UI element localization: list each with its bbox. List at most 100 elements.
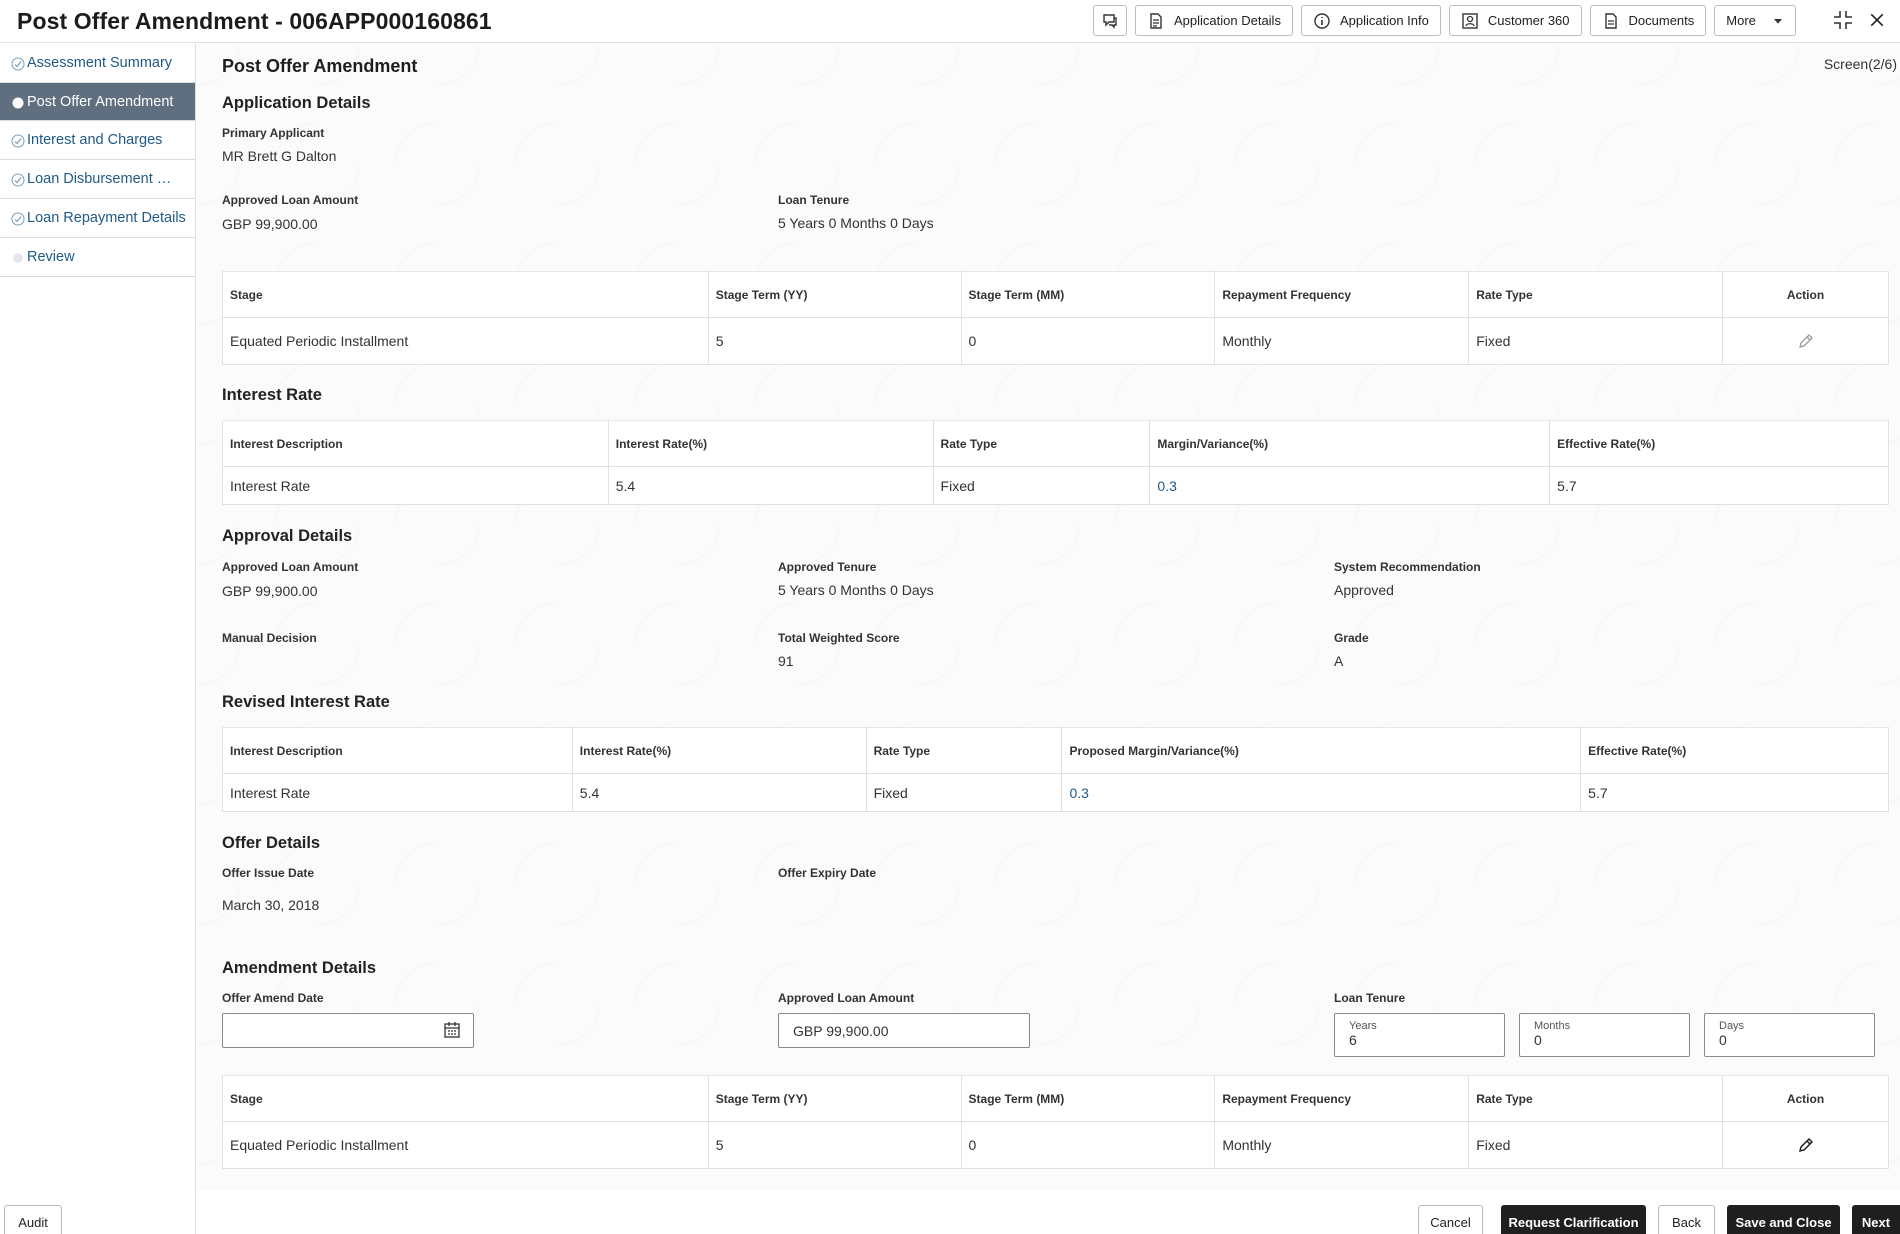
table-cell: 5 — [707, 317, 962, 365]
customer-360-button[interactable]: Customer 360 — [1448, 5, 1582, 36]
column-header: Rate Type — [932, 420, 1151, 467]
pending-step-icon — [13, 253, 23, 263]
sidebar-item-loan-repayment-details[interactable]: Loan Repayment Details — [0, 199, 195, 238]
table-cell: 0 — [960, 317, 1216, 365]
approval-amount-label: Approved Loan Amount — [222, 560, 359, 574]
application-info-label: Application Info — [1339, 13, 1429, 28]
column-header: Action — [1722, 271, 1889, 318]
approved-tenure-label: Approved Tenure — [778, 560, 877, 574]
system-recommendation-label: System Recommendation — [1334, 560, 1481, 574]
sidebar-item-loan-disbursement[interactable]: Loan Disbursement Det... — [0, 160, 195, 199]
audit-button[interactable]: Audit — [4, 1205, 62, 1234]
table-header-row: Stage Stage Term (YY) Stage Term (MM) Re… — [222, 271, 1889, 318]
tenure-days-label: Days — [1719, 1020, 1745, 1032]
column-header: Margin/Variance(%) — [1149, 420, 1551, 467]
sidebar-item-label: Assessment Summary — [27, 55, 173, 71]
column-header: Interest Rate(%) — [571, 727, 867, 774]
primary-applicant-value: MR Brett G Dalton — [222, 148, 337, 164]
tenure-years-label: Years — [1349, 1020, 1377, 1032]
margin-link[interactable]: 0.3 — [1149, 466, 1551, 505]
edit-icon[interactable] — [1797, 332, 1815, 350]
header-actions: Application Details Application Info Cus… — [1093, 5, 1797, 36]
remarks-button[interactable] — [1093, 5, 1127, 36]
back-button[interactable]: Back — [1658, 1205, 1715, 1234]
grade-value: A — [1334, 653, 1344, 669]
check-circle-icon — [11, 57, 25, 71]
window-controls — [1832, 9, 1886, 31]
stage-table: Stage Stage Term (YY) Stage Term (MM) Re… — [222, 271, 1889, 365]
footer: Audit Cancel Request Clarification Back … — [0, 1190, 1900, 1234]
column-header: Effective Rate(%) — [1580, 727, 1889, 774]
amend-amount-value: GBP 99,900.00 — [793, 1023, 889, 1039]
tenure-days-input[interactable]: Days 0 — [1704, 1013, 1875, 1057]
cancel-button[interactable]: Cancel — [1418, 1205, 1483, 1234]
offer-expiry-date-label: Offer Expiry Date — [778, 866, 877, 880]
primary-applicant-label: Primary Applicant — [222, 126, 325, 140]
close-icon[interactable] — [1868, 11, 1886, 29]
table-cell: Equated Periodic Installment — [222, 317, 709, 365]
sidebar-item-assessment-summary[interactable]: Assessment Summary — [0, 44, 195, 83]
edit-icon[interactable] — [1797, 1136, 1815, 1154]
sidebar: Assessment Summary Post Offer Amendment … — [0, 44, 196, 1234]
column-header: Rate Type — [1468, 1075, 1724, 1122]
table-cell: Fixed — [865, 773, 1063, 812]
table-cell: Interest Rate — [222, 466, 609, 505]
sidebar-item-label: Review — [27, 249, 75, 265]
table-row: Interest Rate 5.4 Fixed 0.3 5.7 — [222, 466, 1889, 505]
document-icon — [1150, 12, 1162, 29]
action-cell — [1722, 317, 1889, 365]
application-details-button[interactable]: Application Details — [1135, 5, 1293, 36]
column-header: Repayment Frequency — [1214, 271, 1470, 318]
offer-amend-date-label: Offer Amend Date — [222, 991, 324, 1005]
save-and-close-button[interactable]: Save and Close — [1727, 1205, 1840, 1234]
request-clarification-button[interactable]: Request Clarification — [1501, 1205, 1646, 1234]
column-header: Interest Description — [222, 420, 609, 467]
column-header: Rate Type — [865, 727, 1063, 774]
column-header: Action — [1722, 1075, 1889, 1122]
loan-tenure-label: Loan Tenure — [778, 193, 850, 207]
application-details-heading: Application Details — [222, 94, 371, 112]
amend-amount-input[interactable]: GBP 99,900.00 — [778, 1013, 1030, 1048]
sidebar-item-label: Loan Disbursement Det... — [27, 171, 177, 187]
action-cell — [1722, 1121, 1889, 1169]
chat-icon — [1103, 13, 1117, 29]
documents-button[interactable]: Documents — [1589, 5, 1707, 36]
table-cell: 5.7 — [1580, 773, 1889, 812]
next-button[interactable]: Next — [1852, 1205, 1900, 1234]
documents-label: Documents — [1628, 13, 1695, 28]
offer-issue-date-value: March 30, 2018 — [222, 897, 320, 913]
calendar-icon[interactable] — [443, 1021, 461, 1039]
more-label: More — [1726, 13, 1756, 28]
proposed-margin-link[interactable]: 0.3 — [1061, 773, 1582, 812]
section-title: Post Offer Amendment — [222, 56, 418, 76]
column-header: Stage — [222, 271, 709, 318]
screen-counter: Screen(2/6) — [1823, 56, 1897, 72]
info-icon — [1314, 12, 1330, 29]
column-header: Stage Term (MM) — [960, 271, 1216, 318]
sidebar-item-post-offer-amendment[interactable]: Post Offer Amendment — [0, 83, 195, 121]
revised-interest-table: Interest Description Interest Rate(%) Ra… — [222, 727, 1889, 812]
interest-rate-table: Interest Description Interest Rate(%) Ra… — [222, 420, 1889, 505]
more-dropdown[interactable]: More — [1714, 5, 1797, 36]
tenure-months-value: 0 — [1534, 1032, 1542, 1048]
table-header-row: Interest Description Interest Rate(%) Ra… — [222, 420, 1889, 467]
column-header: Stage — [222, 1075, 709, 1122]
table-cell: 5.4 — [607, 466, 934, 505]
loan-tenure-value: 5 Years 0 Months 0 Days — [778, 215, 934, 231]
table-cell: Fixed — [932, 466, 1151, 505]
application-info-button[interactable]: Application Info — [1300, 5, 1441, 36]
approved-tenure-value: 5 Years 0 Months 0 Days — [778, 582, 934, 598]
sidebar-item-interest-and-charges[interactable]: Interest and Charges — [0, 121, 195, 160]
amend-tenure-label: Loan Tenure — [1334, 991, 1406, 1005]
collapse-icon[interactable] — [1832, 9, 1854, 31]
table-cell: Fixed — [1468, 317, 1724, 365]
documents-icon — [1604, 12, 1617, 29]
system-recommendation-value: Approved — [1334, 582, 1394, 598]
tenure-years-input[interactable]: Years 6 — [1334, 1013, 1505, 1057]
offer-amend-date-input[interactable] — [222, 1013, 474, 1048]
sidebar-item-review[interactable]: Review — [0, 238, 195, 277]
check-circle-icon — [11, 134, 25, 148]
table-cell: Monthly — [1214, 1121, 1470, 1169]
offer-details-heading: Offer Details — [222, 834, 321, 852]
tenure-months-input[interactable]: Months 0 — [1519, 1013, 1690, 1057]
